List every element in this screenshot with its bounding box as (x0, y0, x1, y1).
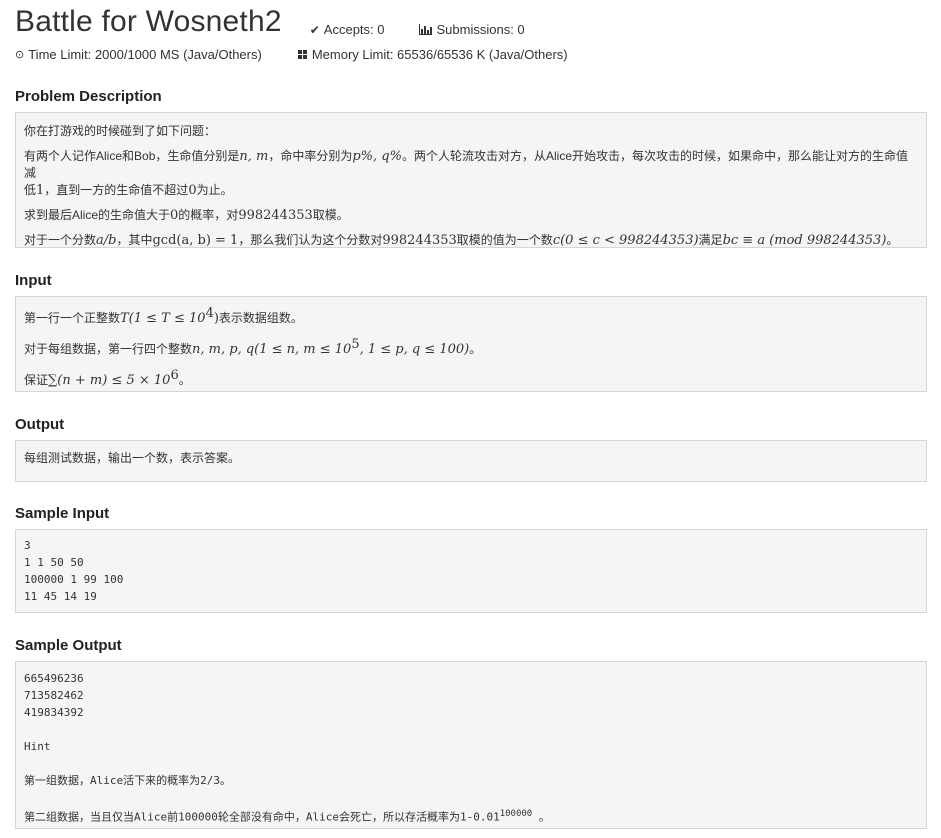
sample-output-hint: Hint (24, 740, 51, 753)
accepts-label: Accepts: 0 (323, 22, 385, 37)
time-limit: ⊙ Time Limit: 2000/1000 MS (Java/Others) (15, 47, 262, 62)
math-expression: gcd(a, b) = 1 (152, 233, 239, 248)
problem-title: Battle for Wosneth2 (15, 5, 282, 38)
sample-output-text: 第二组数据，当且仅当Alice前100000轮全部没有命中，Alice会死亡，所… (24, 810, 500, 824)
description-text: 满足 (698, 233, 723, 247)
input-text: 。 (178, 373, 191, 387)
description-text: 对于一个分数 (24, 233, 97, 247)
description-text: 你在打游戏的时候碰到了如下问题： (24, 124, 217, 138)
description-text: 取模的值为一个数 (456, 233, 553, 247)
math-expression: n, m, p, q(1 ≤ n, m ≤ 10 (192, 342, 352, 357)
output-heading: Output (15, 416, 65, 433)
description-text: ，其中 (116, 233, 153, 247)
math-expression: p%, q% (352, 149, 402, 164)
title-row: Battle for Wosneth2 ✔ Accepts: 0 Submiss… (15, 0, 927, 40)
memory-limit: Memory Limit: 65536/65536 K (Java/Others… (297, 46, 568, 62)
sample-input-line: 3 (24, 539, 31, 552)
memory-limit-label: Memory Limit: 65536/65536 K (Java/Others… (311, 46, 568, 62)
bar-chart-icon (418, 24, 432, 35)
input-line: 对于每组数据，第一行四个整数n, m, p, q(1 ≤ n, m ≤ 105,… (24, 336, 918, 358)
description-text: ，命中率分别为 (268, 149, 353, 163)
sample-output-line (24, 789, 918, 806)
math-superscript: 4 (205, 306, 214, 321)
description-text: 取模。 (312, 208, 349, 222)
output-box: 每组测试数据，输出一个数，表示答案。 (15, 440, 927, 482)
math-superscript: 6 (170, 368, 179, 383)
sample-output-text: 。 (532, 810, 550, 824)
sample-input-line: 11 45 14 19 (24, 590, 97, 603)
limits-row: ⊙ Time Limit: 2000/1000 MS (Java/Others)… (15, 44, 927, 64)
description-text: ，直到一方的生命值不超过 (44, 183, 189, 197)
description-text: 低 (24, 183, 37, 197)
description-line: 有两个人记作Alice和Bob，生命值分别是n, m，命中率分别为p%, q%。… (24, 148, 918, 199)
input-text: 保证 (24, 373, 49, 387)
description-text: 求到最后Alice的生命值大于 (24, 208, 171, 222)
sample-output-line (24, 721, 918, 738)
sample-output-line: 713582462 (24, 689, 84, 702)
input-text: 表示数据组数。 (218, 311, 303, 325)
input-text: 。 (469, 342, 482, 356)
math-expression: T(1 ≤ T ≤ 10 (120, 311, 206, 326)
submissions-label: Submissions: 0 (436, 22, 525, 37)
math-expression: 0 (188, 183, 197, 198)
math-expression: ∑(n + m) ≤ 5 × 10 (48, 373, 171, 388)
math-expression: c(0 ≤ c < 998244353) (552, 233, 699, 248)
sample-input-box: 3 1 1 50 50 100000 1 99 100 11 45 14 19 (15, 529, 927, 613)
description-text: 的概率，对 (178, 208, 239, 222)
description-text: 。 (886, 233, 899, 247)
description-line: 你在打游戏的时候碰到了如下问题： (24, 123, 918, 140)
description-line: 求到最后Alice的生命值大于0的概率，对998244353取模。 (24, 207, 918, 224)
input-line: 第一行一个正整数T(1 ≤ T ≤ 104)表示数据组数。 (24, 305, 918, 327)
input-line: 保证∑(n + m) ≤ 5 × 106。 (24, 367, 918, 389)
math-expression: n, m (239, 149, 269, 164)
sample-output-superscript: 100000 (499, 809, 533, 819)
math-expression: bc ≡ a (mod 998244353) (722, 233, 887, 248)
math-expression: 998244353 (382, 233, 457, 248)
math-expression: a/b (96, 233, 117, 248)
sample-input-heading: Sample Input (15, 505, 110, 522)
sample-output-line (24, 755, 918, 772)
submissions-stat: Submissions: 0 (418, 22, 525, 40)
sample-output-box: 665496236 713582462 419834392 Hint 第一组数据… (15, 661, 927, 829)
input-box: 第一行一个正整数T(1 ≤ T ≤ 104)表示数据组数。 对于每组数据，第一行… (15, 296, 927, 392)
memory-icon (297, 49, 307, 59)
sample-output-line: 665496236 (24, 672, 84, 685)
description-line: 对于一个分数a/b，其中gcd(a, b) = 1，那么我们认为这个分数对998… (24, 232, 918, 249)
sample-output-line: 第一组数据，Alice活下来的概率为2/3。 (24, 774, 231, 787)
check-icon: ✔ (309, 22, 320, 37)
math-expression: 998244353 (238, 208, 313, 223)
sample-output-line: 419834392 (24, 706, 84, 719)
sample-output-last-line: 第二组数据，当且仅当Alice前100000轮全部没有命中，Alice会死亡，所… (24, 806, 918, 826)
sample-input-line: 100000 1 99 100 (24, 573, 124, 586)
description-heading: Problem Description (15, 88, 162, 105)
time-limit-label: Time Limit: 2000/1000 MS (Java/Others) (28, 46, 262, 62)
accepts-stat: ✔ Accepts: 0 (310, 22, 385, 40)
output-text: 每组测试数据，输出一个数，表示答案。 (24, 451, 241, 465)
clock-icon: ⊙ (15, 48, 25, 61)
description-text: ，那么我们认为这个分数对 (238, 233, 383, 247)
math-superscript: 5 (351, 337, 360, 352)
description-text: 有两个人记作Alice和Bob，生命值分别是 (24, 149, 240, 163)
description-text: 为止。 (196, 183, 233, 197)
description-box: 你在打游戏的时候碰到了如下问题： 有两个人记作Alice和Bob，生命值分别是n… (15, 112, 927, 248)
sample-input-line: 1 1 50 50 (24, 556, 84, 569)
input-text: 对于每组数据，第一行四个整数 (24, 342, 193, 356)
sample-output-heading: Sample Output (15, 637, 122, 654)
input-text: 第一行一个正整数 (24, 311, 121, 325)
input-heading: Input (15, 272, 52, 289)
math-expression: , 1 ≤ p, q ≤ 100) (359, 342, 470, 357)
problem-page: Battle for Wosneth2 ✔ Accepts: 0 Submiss… (0, 0, 941, 829)
